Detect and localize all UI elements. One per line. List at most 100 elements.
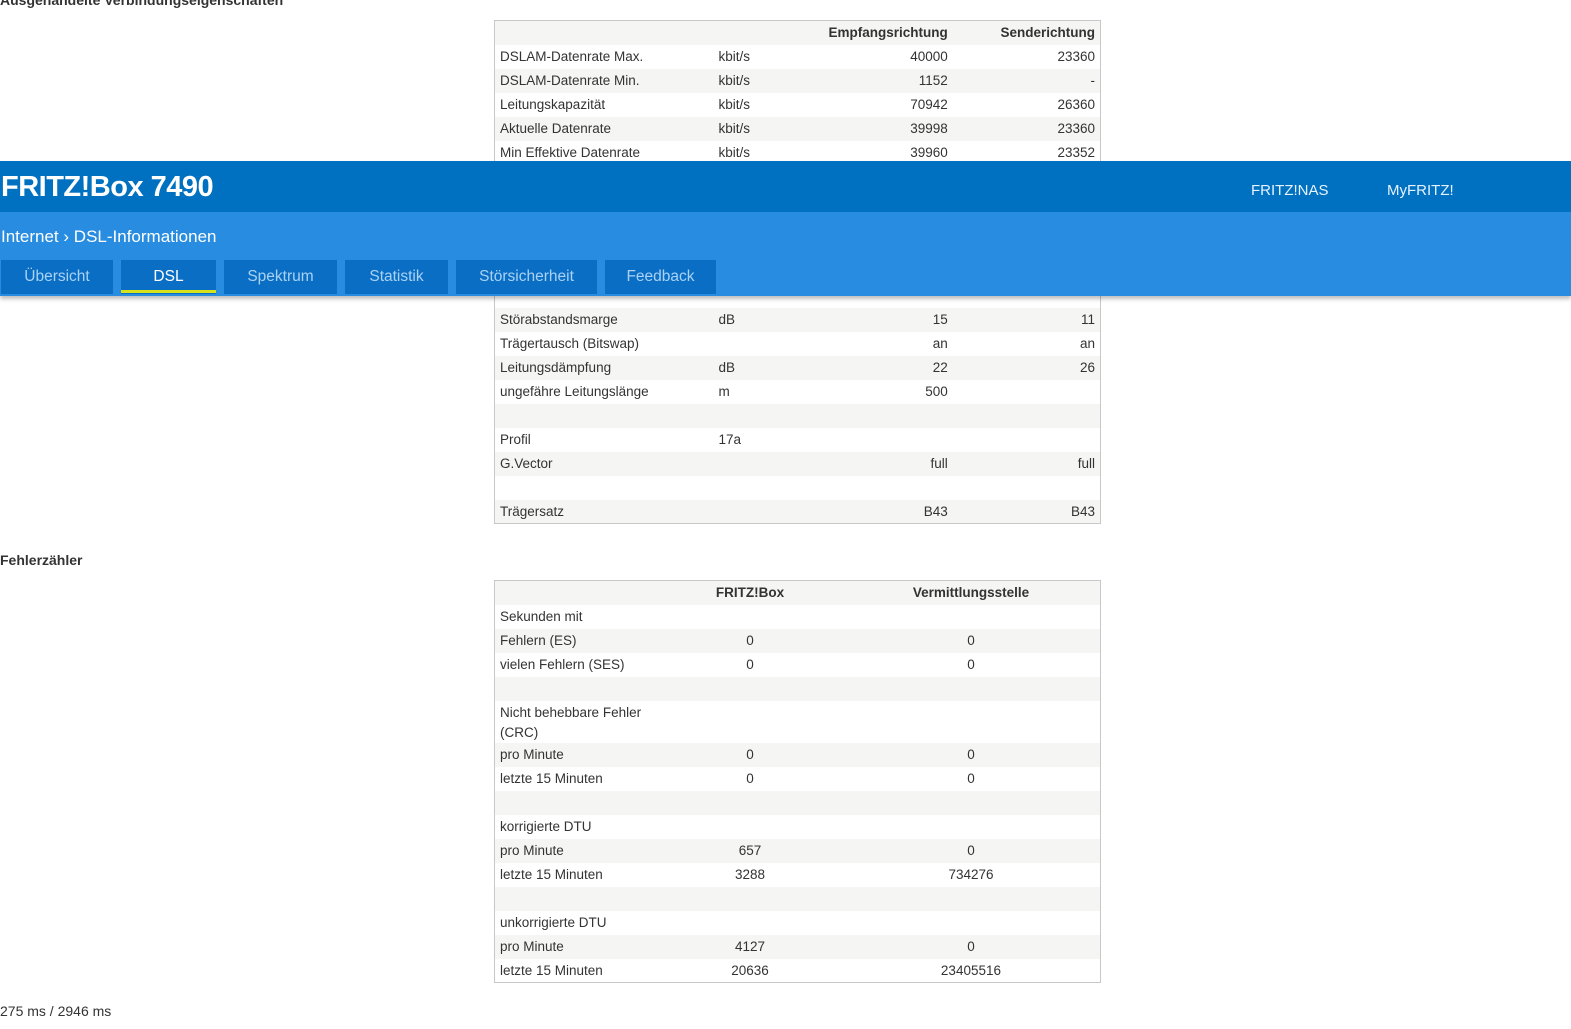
fritzbox-value — [658, 605, 842, 629]
fritzbox-value: 20636 — [731, 962, 769, 978]
row-label: Trägertausch (Bitswap) — [500, 336, 640, 351]
upstream-value: B43 — [1070, 503, 1095, 519]
downstream-value — [824, 476, 953, 500]
exchange-value: 23405516 — [940, 962, 1001, 978]
table-row — [494, 676, 1101, 701]
row-label: DSLAM-Datenrate Max. — [500, 49, 644, 64]
tab-uebersicht[interactable]: Übersicht — [1, 260, 113, 294]
row-label: ungefähre Leitungslänge — [500, 384, 649, 399]
upstream-value: 23360 — [1057, 121, 1095, 136]
table-row: pro Minute 0 0 — [494, 742, 1101, 767]
row-label: pro Minute — [500, 747, 564, 762]
fritzbox-value — [658, 677, 842, 701]
exchange-value — [842, 605, 1101, 629]
table-row: Trägertausch (Bitswap) an an — [495, 332, 1101, 356]
row-unit: kbit/s — [718, 49, 751, 64]
downstream-value: 500 — [925, 384, 948, 399]
section-title-error-counters: Fehlerzähler — [0, 552, 83, 568]
downstream-value: an — [932, 336, 948, 351]
table-row: G.Vector full full — [494, 451, 1101, 476]
upstream-value: full — [1077, 456, 1095, 471]
row-unit — [714, 452, 824, 476]
table-header-row: Empfangsrichtung Senderichtung — [494, 20, 1101, 45]
exchange-value — [842, 677, 1101, 701]
table-row: Leitungskapazität kbit/s 70942 26360 — [495, 93, 1101, 117]
exchange-value — [842, 887, 1101, 911]
row-label — [495, 791, 659, 815]
upstream-value — [953, 404, 1101, 428]
downstream-value: 22 — [932, 360, 948, 375]
tab-bar: Übersicht DSL Spektrum Statistik Störsic… — [1, 260, 716, 294]
fritznas-link[interactable]: FRITZ!NAS — [1251, 182, 1329, 199]
fritzbox-value: 4127 — [734, 939, 765, 954]
downstream-value — [824, 428, 953, 452]
fritzbox-value: 0 — [746, 633, 754, 648]
tab-statistik[interactable]: Statistik — [345, 260, 448, 294]
row-unit: m — [718, 384, 730, 399]
exchange-value — [842, 911, 1101, 935]
exchange-value — [842, 815, 1101, 839]
row-unit: dB — [718, 312, 736, 327]
table-row: Fehlern (ES) 0 0 — [494, 628, 1101, 653]
tab-spektrum[interactable]: Spektrum — [224, 260, 337, 294]
column-header: Empfangsrichtung — [828, 25, 948, 41]
table-row: letzte 15 Minuten 0 0 — [495, 767, 1101, 791]
tab-stoersicherheit[interactable]: Störsicherheit — [456, 260, 597, 294]
column-header — [495, 21, 714, 45]
row-unit — [714, 332, 824, 356]
downstream-value — [824, 404, 953, 428]
table-row: letzte 15 Minuten 3288 734276 — [495, 863, 1101, 887]
brand-logo[interactable]: FRITZ!Box 7490 — [1, 171, 214, 204]
table-row — [495, 476, 1101, 500]
exchange-value: 0 — [967, 657, 975, 672]
fritzbox-value — [658, 887, 842, 911]
column-header — [495, 581, 659, 605]
table-row: Aktuelle Datenrate kbit/s 39998 23360 — [494, 116, 1101, 141]
breadcrumb: Internet › DSL-Informationen — [1, 227, 216, 247]
row-label: Aktuelle Datenrate — [500, 121, 612, 136]
table-row — [494, 403, 1101, 428]
downstream-value: 40000 — [910, 49, 948, 64]
row-label — [495, 404, 714, 428]
row-label: pro Minute — [500, 843, 564, 858]
upstream-value: - — [1090, 73, 1096, 88]
error-counters-table: FRITZ!Box Vermittlungsstelle Sekunden mit F… — [494, 580, 1101, 983]
downstream-value: 39998 — [910, 121, 948, 136]
row-label: Sekunden mit — [500, 609, 583, 624]
row-unit: kbit/s — [718, 73, 751, 88]
fritzbox-value: 3288 — [734, 867, 765, 882]
downstream-value: 70942 — [910, 97, 948, 112]
tab-feedback[interactable]: Feedback — [605, 260, 716, 294]
upstream-value: 26 — [1079, 360, 1095, 375]
myfritz-link[interactable]: MyFRITZ! — [1387, 182, 1454, 199]
exchange-value: 0 — [967, 747, 975, 762]
table-row: Sekunden mit — [495, 605, 1101, 629]
table-row: ungefähre Leitungslänge m 500 — [495, 380, 1101, 404]
table-row: korrigierte DTU — [495, 815, 1101, 839]
row-unit — [714, 500, 824, 524]
row-label: Profil — [500, 432, 531, 447]
table-row: Trägersatz B43 B43 — [494, 499, 1101, 524]
downstream-value: B43 — [923, 503, 948, 519]
fritzbox-value — [658, 701, 842, 743]
table-row: DSLAM-Datenrate Max. kbit/s 40000 23360 — [495, 45, 1101, 69]
table-row: Nicht behebbare Fehler (CRC) — [495, 701, 1101, 743]
exchange-value: 0 — [967, 939, 975, 954]
row-label: Leitungsdämpfung — [500, 360, 612, 375]
downstream-value: 15 — [932, 312, 948, 327]
table-row: letzte 15 Minuten 20636 23405516 — [495, 959, 1101, 983]
upstream-value — [953, 476, 1101, 500]
column-header: FRITZ!Box — [715, 585, 785, 601]
column-header: Vermittlungsstelle — [912, 585, 1030, 601]
section-title-connection: Ausgehandelte Verbindungseigenschaften — [0, 0, 284, 8]
exchange-value — [842, 791, 1101, 815]
upstream-value: 11 — [1080, 312, 1095, 327]
table-row: Leitungsdämpfung dB 22 26 — [494, 355, 1101, 380]
fritzbox-value: 0 — [746, 747, 754, 762]
upstream-value — [953, 380, 1101, 404]
exchange-value: 0 — [967, 633, 975, 648]
row-label: Fehlern (ES) — [500, 633, 577, 648]
tab-dsl[interactable]: DSL — [121, 260, 216, 294]
row-label: Störabstandsmarge — [500, 312, 618, 327]
breadcrumb-internet[interactable]: Internet — [1, 227, 59, 246]
